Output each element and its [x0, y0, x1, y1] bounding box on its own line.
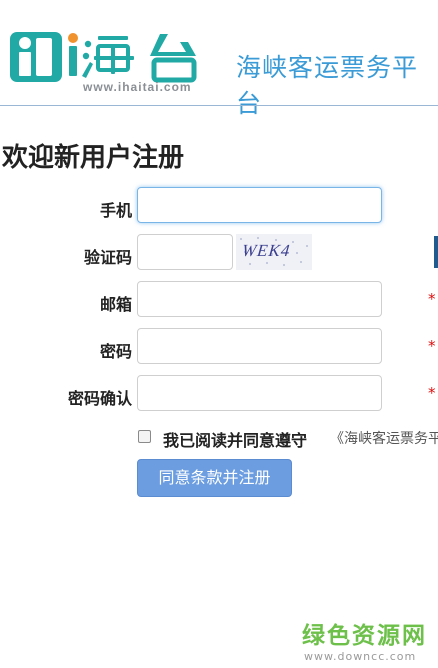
verify-code-input[interactable]	[137, 234, 233, 270]
email-label: 邮箱	[99, 295, 132, 314]
watermark-url: www.downcc.com	[304, 650, 417, 663]
agree-and-register-button[interactable]: 同意条款并注册	[137, 459, 292, 497]
logo-url: www.ihaitai.com	[83, 80, 192, 94]
captcha-text: WEK4	[241, 241, 292, 260]
site-slogan: 海峡客运票务平台	[236, 53, 419, 118]
watermark-text: 绿色资源网	[302, 623, 427, 649]
password-confirm-input[interactable]	[137, 375, 382, 411]
watermark: 绿色资源网 www.downcc.com	[302, 616, 427, 663]
send-code-button-edge[interactable]	[434, 236, 438, 268]
password-confirm-required-mark: *	[428, 384, 436, 402]
verify-code-label: 验证码	[83, 248, 132, 267]
phone-input[interactable]	[137, 187, 382, 223]
terms-link[interactable]: 《海峡客运票务平	[330, 428, 438, 448]
phone-label: 手机	[99, 201, 132, 220]
email-required-mark: *	[428, 290, 436, 308]
captcha-image[interactable]: WEK4	[236, 234, 312, 270]
site-header: www.ihaitai.com 海峡客运票务平台	[0, 0, 438, 118]
page-title: 欢迎新用户注册	[2, 143, 185, 173]
password-confirm-label: 密码确认	[67, 389, 132, 408]
agree-label: 我已阅读并同意遵守	[163, 431, 308, 450]
email-input[interactable]	[137, 281, 382, 317]
agree-checkbox[interactable]	[138, 430, 151, 443]
password-label: 密码	[99, 342, 132, 361]
password-required-mark: *	[428, 337, 436, 355]
password-input[interactable]	[137, 328, 382, 364]
header-divider	[0, 105, 438, 106]
